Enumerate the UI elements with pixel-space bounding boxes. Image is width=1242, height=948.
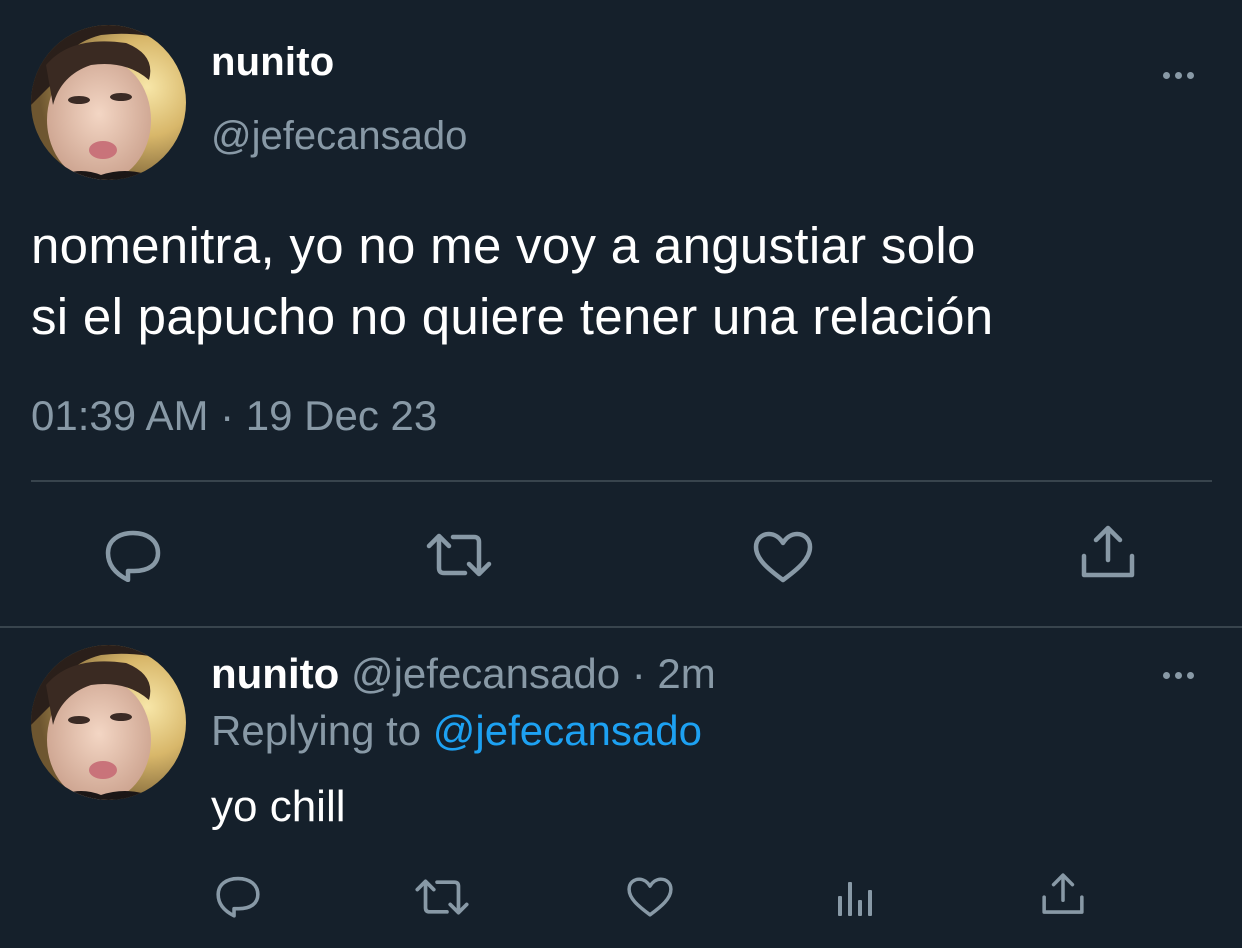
more-options-icon[interactable] (1159, 69, 1199, 81)
tweet-text: nomenitra, yo no me voy a angustiar solo… (31, 210, 1226, 352)
reply-meta[interactable]: @jefecansado · 2m (351, 650, 716, 697)
tweet-timestamp[interactable]: 01:39 AM · 19 Dec 23 (31, 392, 437, 440)
retweet-icon[interactable] (425, 532, 493, 578)
divider (0, 626, 1242, 628)
avatar[interactable] (31, 25, 186, 180)
reply-header: nunito @jefecansado · 2m (211, 650, 716, 698)
tweet-text: yo chill (211, 782, 346, 831)
tweet-action-bar (0, 520, 1242, 592)
replying-prefix: Replying to (211, 707, 422, 754)
share-icon[interactable] (1041, 872, 1085, 916)
like-icon[interactable] (626, 876, 674, 918)
share-icon[interactable] (1080, 524, 1136, 580)
retweet-icon[interactable] (414, 878, 470, 916)
more-options-icon[interactable] (1159, 669, 1199, 681)
divider (31, 480, 1212, 482)
reply-icon[interactable] (215, 874, 261, 918)
tweet-action-bar (0, 862, 1242, 932)
replying-handle-link[interactable]: @jefecansado (433, 707, 702, 754)
tweet-thread-screen: nunito @jefecansado nomenitra, yo no me … (0, 0, 1242, 948)
display-name[interactable]: nunito (211, 40, 334, 85)
display-name[interactable]: nunito (211, 650, 339, 697)
tweet-text-line: nomenitra, yo no me voy a angustiar solo (31, 217, 976, 274)
analytics-icon[interactable] (836, 876, 876, 918)
tweet-text-line: si el papucho no quiere tener una relaci… (31, 288, 994, 345)
like-icon[interactable] (752, 530, 814, 584)
reply-icon[interactable] (104, 528, 162, 582)
replying-to: Replying to @jefecansado (211, 707, 702, 755)
user-handle[interactable]: @jefecansado (211, 114, 467, 159)
avatar[interactable] (31, 645, 186, 800)
